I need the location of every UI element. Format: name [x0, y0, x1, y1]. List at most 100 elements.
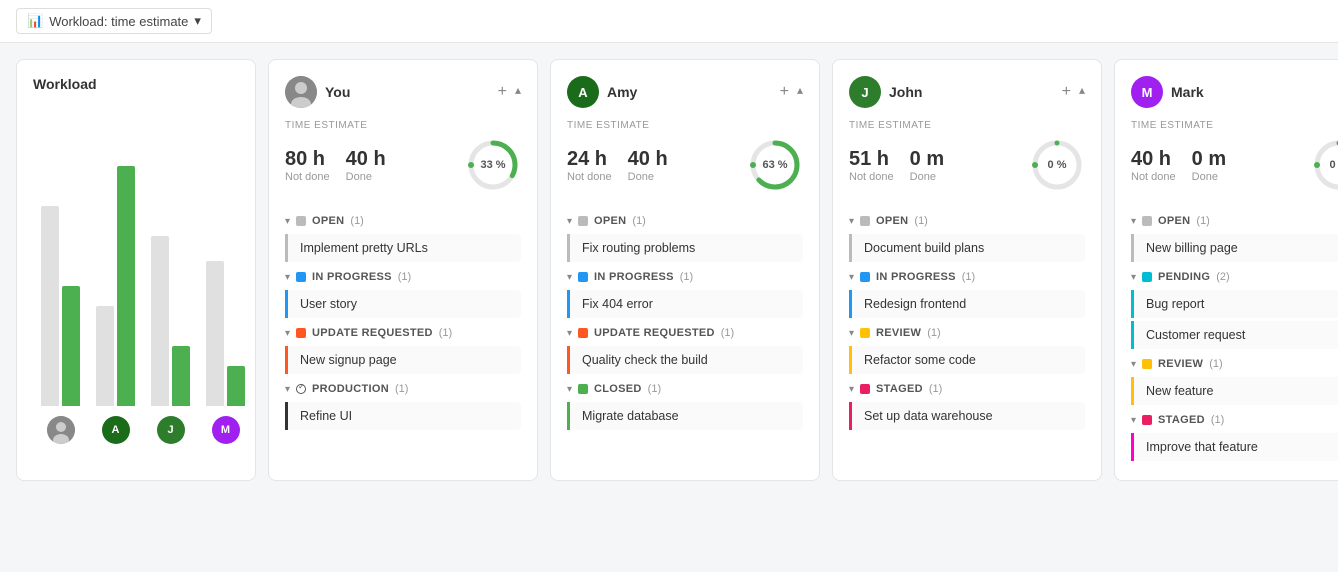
- task-item[interactable]: Refine UI: [285, 402, 521, 430]
- section-header-open[interactable]: ▾ OPEN (1): [285, 209, 521, 231]
- person-name-mark: Mark: [1171, 84, 1204, 100]
- task-item[interactable]: Improve that feature: [1131, 433, 1338, 461]
- task-item[interactable]: Fix 404 error: [567, 290, 803, 318]
- section-header-inprogress[interactable]: ▾ IN PROGRESS (1): [849, 265, 1085, 287]
- chevron-production: ▾: [285, 384, 290, 395]
- section-header-review[interactable]: ▾ REVIEW (1): [1131, 352, 1338, 374]
- dot-open: [296, 216, 306, 226]
- task-item[interactable]: Migrate database: [567, 402, 803, 430]
- task-label: Refine UI: [300, 409, 352, 423]
- top-bar: 📊 Workload: time estimate ▾: [0, 0, 1338, 43]
- time-stats-you: 80 h Not done 40 h Done 33 %: [285, 137, 521, 193]
- dot-update: [296, 328, 306, 338]
- done-value-john: 0 m: [910, 148, 944, 171]
- section-header-update[interactable]: ▾ UPDATE REQUESTED (1): [285, 321, 521, 343]
- dot-update: [578, 328, 588, 338]
- person-name-amy: Amy: [607, 84, 637, 100]
- section-count-update: (1): [439, 327, 452, 339]
- task-item[interactable]: Quality check the build: [567, 346, 803, 374]
- section-label-inprogress: IN PROGRESS: [876, 271, 956, 283]
- chevron-inprogress: ▾: [285, 272, 290, 283]
- not-done-amy: 24 h Not done: [567, 148, 612, 183]
- section-header-production[interactable]: ▾ ✓ PRODUCTION (1): [285, 377, 521, 399]
- section-count-open: (1): [914, 215, 927, 227]
- donut-you: 33 %: [465, 137, 521, 193]
- collapse-button-you[interactable]: ▴: [515, 83, 521, 101]
- dot-production: ✓: [296, 384, 306, 394]
- collapse-button-john[interactable]: ▴: [1079, 83, 1085, 101]
- progress-label-john: 0 %: [1048, 159, 1067, 171]
- done-you: 40 h Done: [346, 148, 386, 183]
- avatar-amy: A: [567, 76, 599, 108]
- section-header-open[interactable]: ▾ OPEN (1): [567, 209, 803, 231]
- task-item[interactable]: Customer request: [1131, 321, 1338, 349]
- person-header-mark: M Mark + ▴: [1131, 76, 1338, 108]
- task-item[interactable]: New signup page: [285, 346, 521, 374]
- bar-gray-mark: [206, 261, 224, 406]
- sections-mark: ▾ OPEN (1) New billing page ▾ PENDING (2…: [1131, 209, 1338, 461]
- add-button-john[interactable]: +: [1062, 83, 1071, 101]
- task-item[interactable]: New billing page: [1131, 234, 1338, 262]
- task-label: Refactor some code: [864, 353, 976, 367]
- section-header-inprogress[interactable]: ▾ IN PROGRESS (1): [285, 265, 521, 287]
- task-item[interactable]: Redesign frontend: [849, 290, 1085, 318]
- chevron-closed: ▾: [567, 384, 572, 395]
- add-button-you[interactable]: +: [498, 83, 507, 101]
- done-mark: 0 m Done: [1192, 148, 1226, 183]
- add-button-amy[interactable]: +: [780, 83, 789, 101]
- chart-col-john: J: [151, 126, 190, 444]
- workload-button[interactable]: 📊 Workload: time estimate ▾: [16, 8, 212, 34]
- task-item[interactable]: New feature: [1131, 377, 1338, 405]
- section-header-staged[interactable]: ▾ STAGED (1): [1131, 408, 1338, 430]
- section-label-inprogress: IN PROGRESS: [312, 271, 392, 283]
- not-done-label-you: Not done: [285, 171, 330, 183]
- time-stats-john: 51 h Not done 0 m Done 0 %: [849, 137, 1085, 193]
- section-label-staged: STAGED: [876, 383, 923, 395]
- section-header-open[interactable]: ▾ OPEN (1): [1131, 209, 1338, 231]
- time-estimate-section-amy: TIME ESTIMATE 24 h Not done 40 h Done 63…: [567, 120, 803, 193]
- section-header-closed[interactable]: ▾ CLOSED (1): [567, 377, 803, 399]
- task-item[interactable]: Refactor some code: [849, 346, 1085, 374]
- task-item[interactable]: Bug report: [1131, 290, 1338, 318]
- time-estimate-label-mark: TIME ESTIMATE: [1131, 120, 1338, 131]
- task-label: New signup page: [300, 353, 397, 367]
- collapse-button-amy[interactable]: ▴: [797, 83, 803, 101]
- done-label-you: Done: [346, 171, 386, 183]
- person-info-john: J John: [849, 76, 922, 108]
- bar-container-mark: [206, 126, 245, 406]
- dot-review: [1142, 359, 1152, 369]
- person-column-amy: A Amy + ▴ TIME ESTIMATE 24 h Not done 40…: [550, 59, 820, 481]
- section-count-closed: (1): [648, 383, 661, 395]
- task-item[interactable]: Fix routing problems: [567, 234, 803, 262]
- time-estimate-section-you: TIME ESTIMATE 80 h Not done 40 h Done 33…: [285, 120, 521, 193]
- done-label-mark: Done: [1192, 171, 1226, 183]
- chart-col-you: [41, 126, 80, 444]
- avatar-you: [47, 416, 75, 444]
- sections-you: ▾ OPEN (1) Implement pretty URLs ▾ IN PR…: [285, 209, 521, 430]
- section-header-update[interactable]: ▾ UPDATE REQUESTED (1): [567, 321, 803, 343]
- section-header-staged[interactable]: ▾ STAGED (1): [849, 377, 1085, 399]
- task-item[interactable]: User story: [285, 290, 521, 318]
- person-info-you: You: [285, 76, 350, 108]
- section-count-production: (1): [395, 383, 408, 395]
- chevron-staged: ▾: [1131, 415, 1136, 426]
- chart-col-amy: A: [96, 126, 135, 444]
- section-header-pending[interactable]: ▾ PENDING (2): [1131, 265, 1338, 287]
- donut-mark: 0 %: [1311, 137, 1338, 193]
- task-item[interactable]: Set up data warehouse: [849, 402, 1085, 430]
- time-estimate-section-john: TIME ESTIMATE 51 h Not done 0 m Done 0 %: [849, 120, 1085, 193]
- section-count-inprogress: (1): [962, 271, 975, 283]
- section-label-review: REVIEW: [876, 327, 921, 339]
- avatar-john: J: [157, 416, 185, 444]
- section-header-open[interactable]: ▾ OPEN (1): [849, 209, 1085, 231]
- section-header-inprogress[interactable]: ▾ IN PROGRESS (1): [567, 265, 803, 287]
- chevron-pending: ▾: [1131, 272, 1136, 283]
- task-item[interactable]: Implement pretty URLs: [285, 234, 521, 262]
- donut-amy: 63 %: [747, 137, 803, 193]
- task-item[interactable]: Document build plans: [849, 234, 1085, 262]
- section-header-review[interactable]: ▾ REVIEW (1): [849, 321, 1085, 343]
- done-value-amy: 40 h: [628, 148, 668, 171]
- chevron-review: ▾: [849, 328, 854, 339]
- person-column-mark: M Mark + ▴ TIME ESTIMATE 40 h Not done 0…: [1114, 59, 1338, 481]
- task-label: Fix routing problems: [582, 241, 695, 255]
